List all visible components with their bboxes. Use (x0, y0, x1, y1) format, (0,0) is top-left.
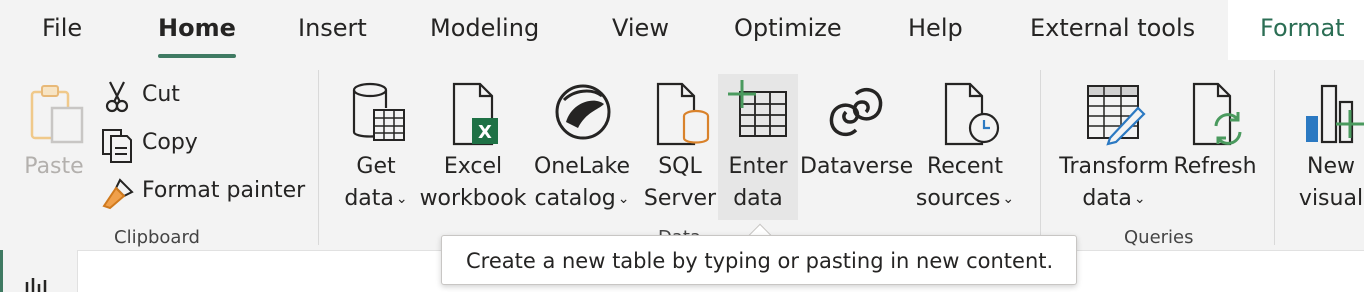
sql-label-1: SQL (658, 154, 702, 179)
svg-text:X: X (478, 122, 492, 143)
sql-server-icon (656, 82, 710, 146)
paste-icon (30, 85, 84, 144)
sql-server-button[interactable]: SQL Server (642, 78, 718, 218)
excel-label-2: workbook (419, 186, 527, 211)
cut-button[interactable]: Cut (100, 76, 220, 116)
tab-modeling[interactable]: Modeling (430, 14, 539, 42)
transform-data-button[interactable]: Transform data ⌄ (1058, 78, 1170, 218)
chevron-down-icon: ⌄ (1133, 191, 1146, 207)
dataverse-button[interactable]: Dataverse (800, 78, 914, 218)
report-view-icon[interactable] (24, 276, 54, 292)
enter-data-tooltip: Create a new table by typing or pasting … (441, 235, 1077, 285)
paste-label: Paste (24, 154, 84, 179)
enter-data-table-icon (728, 80, 787, 137)
enter-data-label-2: data (733, 186, 783, 211)
enter-data-label-1: Enter (728, 154, 788, 179)
tab-external-tools[interactable]: External tools (1030, 14, 1195, 42)
tab-home[interactable]: Home (158, 14, 236, 42)
recent-sources-icon (944, 82, 1000, 146)
clipboard-group-label: Clipboard (114, 227, 200, 248)
refresh-icon (1192, 82, 1242, 146)
transform-data-icon (1087, 85, 1146, 146)
get-data-button[interactable]: Get data ⌄ (336, 78, 416, 218)
refresh-label: Refresh (1173, 154, 1257, 179)
onelake-catalog-button[interactable]: OneLake catalog ⌄ (532, 78, 632, 218)
chevron-down-icon: ⌄ (395, 191, 408, 207)
transform-label-1: Transform (1059, 154, 1169, 179)
tab-file[interactable]: File (42, 14, 82, 42)
get-data-label-2: data ⌄ (344, 186, 408, 211)
chevron-down-icon: ⌄ (1002, 191, 1015, 207)
copy-label: Copy (142, 130, 198, 155)
tab-help[interactable]: Help (908, 14, 963, 42)
ribbon-home: Paste Cut Copy Format painter Clipboard … (0, 60, 1364, 250)
database-table-icon (352, 82, 405, 141)
active-tab-indicator (158, 54, 236, 58)
queries-group-label: Queries (1124, 227, 1194, 248)
onelake-label-1: OneLake (533, 154, 631, 179)
copy-button[interactable]: Copy (100, 124, 240, 164)
powerbi-ribbon-window: File Home Insert Modeling View Optimize … (0, 0, 1364, 292)
recent-sources-button[interactable]: Recent sources ⌄ (912, 78, 1018, 218)
tab-format[interactable]: Format (1260, 14, 1345, 42)
onelake-label-2: catalog ⌄ (534, 186, 630, 211)
sql-label-2: Server (643, 186, 717, 211)
view-switcher-rail (0, 250, 78, 292)
dataverse-icon (829, 87, 883, 137)
group-separator (1040, 70, 1041, 245)
cut-label: Cut (142, 82, 180, 107)
copy-icon (102, 129, 132, 163)
recent-label-1: Recent (926, 154, 1004, 179)
chevron-down-icon: ⌄ (617, 191, 630, 207)
get-data-label-1: Get (356, 154, 396, 179)
new-visual-button[interactable]: New visual (1296, 78, 1364, 218)
tab-insert[interactable]: Insert (298, 14, 367, 42)
format-painter-button[interactable]: Format painter (100, 172, 310, 212)
dataverse-label: Dataverse (800, 154, 914, 179)
active-view-indicator (0, 250, 3, 292)
excel-file-icon: X (452, 82, 498, 146)
new-visual-label-2: visual (1298, 186, 1364, 211)
tab-view[interactable]: View (612, 14, 669, 42)
format-painter-label: Format painter (142, 178, 306, 203)
transform-label-2: data ⌄ (1082, 186, 1146, 211)
tab-optimize[interactable]: Optimize (734, 14, 842, 42)
group-separator (318, 70, 319, 245)
enter-data-button[interactable]: Enter data (718, 74, 798, 220)
onelake-icon (555, 84, 611, 140)
ribbon-tab-bar: File Home Insert Modeling View Optimize … (0, 0, 1364, 60)
group-separator (1274, 70, 1275, 245)
new-visual-icon (1306, 84, 1364, 144)
paste-button[interactable]: Paste (20, 78, 88, 188)
recent-label-2: sources ⌄ (915, 186, 1015, 211)
new-visual-label-1: New (1307, 154, 1355, 179)
tooltip-text: Create a new table by typing or pasting … (466, 249, 1054, 273)
refresh-button[interactable]: Refresh (1172, 78, 1258, 218)
excel-workbook-button[interactable]: X Excel workbook (418, 78, 528, 218)
paintbrush-icon (102, 178, 134, 210)
excel-label-1: Excel (443, 154, 503, 179)
scissors-icon (105, 81, 129, 113)
